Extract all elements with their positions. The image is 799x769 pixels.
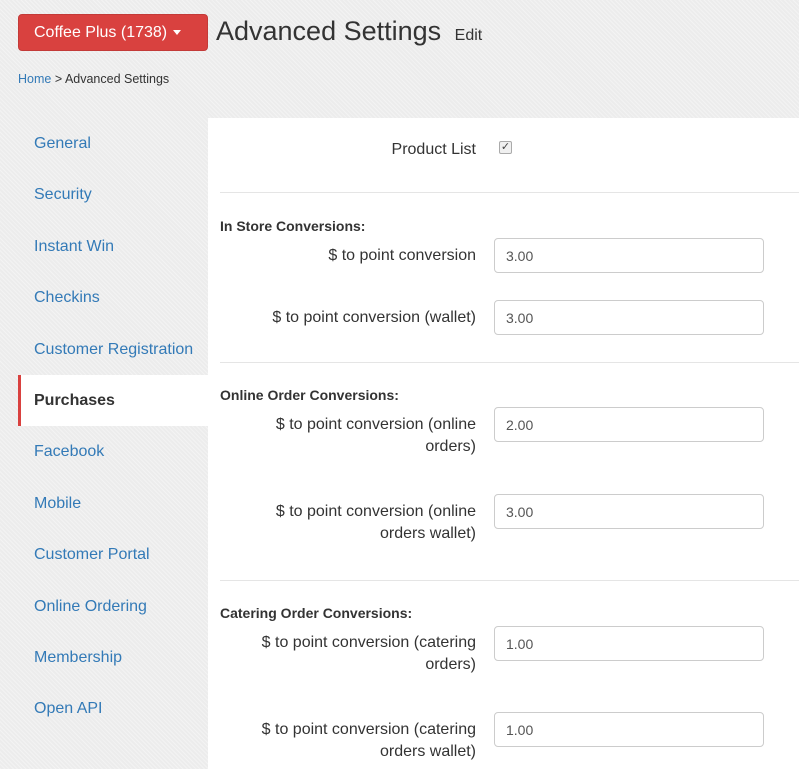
product-list-label: Product List xyxy=(391,141,476,158)
catering-order-conversions-heading: Catering Order Conversions: xyxy=(220,605,413,621)
catering-orders-conversion-label-line2: orders) xyxy=(425,656,476,673)
divider xyxy=(220,192,799,193)
in-store-point-conversion-label: $ to point conversion xyxy=(328,247,476,264)
catering-wallet-conversion-label-line1: $ to point conversion (catering xyxy=(261,721,476,738)
in-store-point-conversion-input[interactable] xyxy=(494,238,764,273)
product-list-checkbox[interactable]: ✓ xyxy=(499,141,512,154)
sidebar-item-facebook[interactable]: Facebook xyxy=(18,426,208,477)
catering-wallet-conversion-label: $ to point conversion (catering orders w… xyxy=(262,719,476,763)
sidebar-item-mobile[interactable]: Mobile xyxy=(18,478,208,529)
in-store-conversions-heading: In Store Conversions: xyxy=(220,218,366,234)
organization-dropdown-button[interactable]: Coffee Plus (1738) xyxy=(18,14,208,51)
purchases-settings-panel: Product List ✓ In Store Conversions: $ t… xyxy=(208,118,799,769)
divider xyxy=(220,362,799,363)
settings-sidebar: General Security Instant Win Checkins Cu… xyxy=(18,118,208,735)
online-wallet-conversion-label: $ to point conversion (online orders wal… xyxy=(276,501,476,545)
sidebar-item-open-api[interactable]: Open API xyxy=(18,683,208,734)
online-wallet-conversion-label-line1: $ to point conversion (online xyxy=(275,503,476,520)
sidebar-item-checkins[interactable]: Checkins xyxy=(18,272,208,323)
online-wallet-conversion-input[interactable] xyxy=(494,494,764,529)
sidebar-item-customer-portal[interactable]: Customer Portal xyxy=(18,529,208,580)
sidebar-item-membership[interactable]: Membership xyxy=(18,632,208,683)
catering-orders-conversion-input[interactable] xyxy=(494,626,764,661)
checkmark-icon: ✓ xyxy=(500,141,511,153)
in-store-wallet-conversion-label: $ to point conversion (wallet) xyxy=(272,309,476,326)
catering-wallet-conversion-label-line2: orders wallet) xyxy=(379,743,476,760)
catering-orders-conversion-label: $ to point conversion (catering orders) xyxy=(262,632,476,676)
sidebar-item-security[interactable]: Security xyxy=(18,169,208,220)
sidebar-item-purchases[interactable]: Purchases xyxy=(18,374,208,427)
online-orders-conversion-input[interactable] xyxy=(494,407,764,442)
breadcrumb: Home > Advanced Settings xyxy=(18,72,169,86)
online-orders-conversion-label: $ to point conversion (online orders) xyxy=(276,414,476,458)
breadcrumb-home-link[interactable]: Home xyxy=(18,72,51,86)
edit-link[interactable]: Edit xyxy=(455,27,483,44)
breadcrumb-current: Advanced Settings xyxy=(64,72,170,86)
catering-orders-conversion-label-line1: $ to point conversion (catering xyxy=(261,634,476,651)
sidebar-item-instant-win[interactable]: Instant Win xyxy=(18,221,208,272)
sidebar-item-customer-registration[interactable]: Customer Registration xyxy=(18,324,208,375)
page-title-text: Advanced Settings xyxy=(216,16,442,46)
online-orders-conversion-label-line2: orders) xyxy=(425,438,476,455)
caret-down-icon xyxy=(173,30,182,35)
breadcrumb-separator: > xyxy=(54,72,63,86)
catering-wallet-conversion-input[interactable] xyxy=(494,712,764,747)
page-title: Advanced Settings Edit xyxy=(216,14,482,53)
in-store-wallet-conversion-input[interactable] xyxy=(494,300,764,335)
online-orders-conversion-label-line1: $ to point conversion (online xyxy=(275,416,476,433)
sidebar-item-online-ordering[interactable]: Online Ordering xyxy=(18,581,208,632)
online-wallet-conversion-label-line2: orders wallet) xyxy=(379,525,476,542)
organization-name: Coffee Plus (1738) xyxy=(34,23,168,41)
sidebar-item-general[interactable]: General xyxy=(18,118,208,169)
online-order-conversions-heading: Online Order Conversions: xyxy=(220,387,399,403)
divider xyxy=(220,580,799,581)
